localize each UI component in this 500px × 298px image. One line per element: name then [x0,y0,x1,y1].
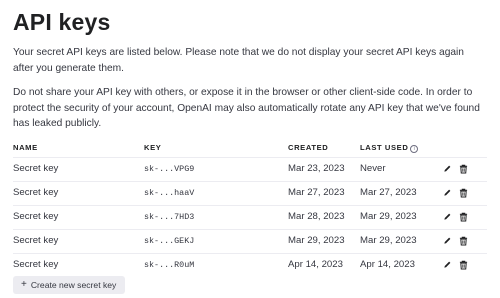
pencil-icon[interactable] [443,260,454,271]
info-icon[interactable]: i [410,145,419,153]
key-last-used: Mar 29, 2023 [360,235,417,246]
key-last-used: Mar 29, 2023 [360,211,417,222]
description-text: Your secret API keys are listed below. P… [13,47,464,74]
create-secret-key-label: Create new secret key [30,280,117,290]
key-name: Secret key [13,211,59,222]
page-title: API keys [13,9,111,35]
table-row: Secret key sk-...7HD3 Mar 28, 2023 Mar 29, … [13,205,487,229]
header-key: KEY [144,143,162,152]
key-last-used: Mar 27, 2023 [360,187,417,198]
key-masked: sk-...haaV [144,188,195,198]
key-created-date: Apr 14, 2023 [288,259,343,270]
table-row: Secret key sk-...R0uM Apr 14, 2023 Apr 14, … [13,253,487,277]
pencil-icon[interactable] [443,236,454,247]
trash-icon[interactable] [459,188,470,199]
key-last-used: Never [360,163,386,174]
key-masked: sk-...GEKJ [144,236,195,246]
table-row: Secret key sk-...GEKJ Mar 29, 2023 Mar 29, … [13,229,487,253]
trash-icon[interactable] [459,236,470,247]
key-created-date: Mar 27, 2023 [288,187,345,198]
header-last-used-label: LAST USED [360,143,409,152]
pencil-icon[interactable] [443,164,454,175]
key-created-date: Mar 29, 2023 [288,235,345,246]
key-name: Secret key [13,187,59,198]
key-masked: sk-...R0uM [144,260,195,270]
table-row: Secret key sk-...haaV Mar 27, 2023 Mar 27, … [13,181,487,205]
trash-icon[interactable] [459,212,470,223]
key-created-date: Mar 28, 2023 [288,211,345,222]
header-created: CREATED [288,143,329,152]
key-masked: sk-...7HD3 [144,212,195,222]
key-name: Secret key [13,163,59,174]
create-secret-key-button[interactable]: + Create new secret key [13,276,125,294]
table-header: NAME KEY CREATED LAST USED i [13,143,487,156]
trash-icon[interactable] [459,260,470,271]
key-name: Secret key [13,235,59,246]
table-row: Secret key sk-...VPG9 Mar 23, 2023 Never [13,157,487,181]
pencil-icon[interactable] [443,188,454,199]
trash-icon[interactable] [459,164,470,175]
header-last-used: LAST USED i [360,143,419,153]
warning-text: Do not share your API key with others, o… [13,87,480,129]
pencil-icon[interactable] [443,212,454,223]
key-last-used: Apr 14, 2023 [360,259,415,270]
key-masked: sk-...VPG9 [144,164,195,174]
key-name: Secret key [13,259,59,270]
plus-icon: + [21,279,27,290]
key-created-date: Mar 23, 2023 [288,163,345,174]
header-name: NAME [13,143,38,152]
